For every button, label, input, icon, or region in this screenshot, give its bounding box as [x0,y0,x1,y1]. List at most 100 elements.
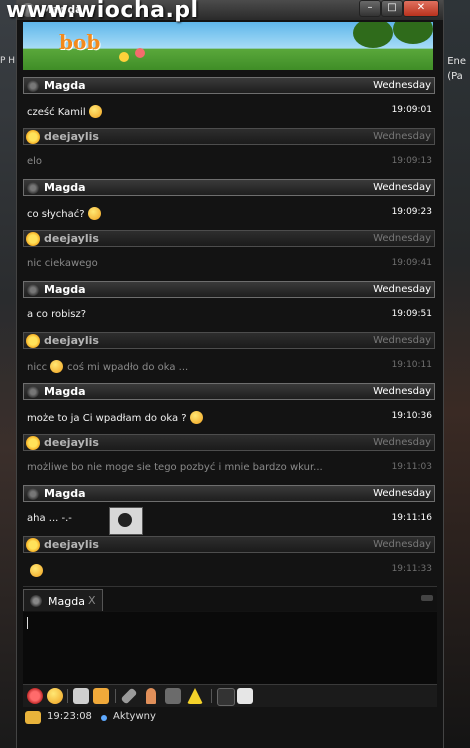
sent-image[interactable] [109,507,143,535]
message-body: możliwe bo nie moge sie tego pozbyć i mn… [23,458,435,478]
message-header: Magda Wednesday [23,77,435,94]
paperclip-icon[interactable] [120,687,138,705]
message-time: 19:09:51 [391,309,432,319]
message-day: Wednesday [373,131,431,142]
message-text-part: co słychać? [27,209,85,220]
smiley-icon [88,105,102,118]
minimize-icon: – [367,2,373,13]
message-time: 19:09:41 [391,258,432,268]
smiley-icon [189,411,203,424]
message-day: Wednesday [373,488,431,499]
message-nick[interactable]: Magda [44,181,86,194]
message-text-part: a co robisz? [27,309,87,320]
message-day: Wednesday [373,386,431,397]
message-text: co słychać? [27,207,101,220]
message-text: może to ja Ci wpadłam do oka ? [27,411,203,424]
message-time: 19:10:11 [391,360,432,370]
gear-avatar-icon [27,386,39,398]
camera-icon[interactable] [165,688,181,704]
desktop-background-right: Ene (Pa [440,0,470,748]
message-nick[interactable]: deejaylis [44,334,99,347]
tab-menu-button[interactable] [421,595,433,601]
close-icon: ✕ [416,2,426,13]
message-body: nicc coś mi wpadło do oka ... 19:10:11 [23,356,435,376]
message-header: deejaylis Wednesday [23,434,435,451]
message-header: Magda Wednesday [23,383,435,400]
toolbar-separator [211,689,212,703]
message-nick[interactable]: deejaylis [44,538,99,551]
message-nick[interactable]: Magda [44,283,86,296]
chat-icon[interactable] [25,711,41,724]
message-time: 19:09:23 [391,207,432,217]
message-nick[interactable]: deejaylis [44,436,99,449]
tab-magda[interactable]: Magda X [23,589,103,611]
toolbar-separator [67,689,68,703]
watermark: www.wiocha.pl [6,0,199,23]
flower-shape [119,52,129,62]
message-time: 19:11:03 [391,462,432,472]
minimize-button[interactable]: – [359,0,381,17]
tree-shape [353,22,393,48]
message-text: nicc coś mi wpadło do oka ... [27,360,188,373]
close-button[interactable]: ✕ [403,0,439,17]
background-text: Ene (Pa [447,54,466,84]
smiley-icon [30,564,43,577]
message-nick[interactable]: deejaylis [44,232,99,245]
background-text: P H [0,56,16,66]
gear-avatar-icon [27,488,39,500]
message-body: elo 19:09:13 [23,152,435,172]
emoticon-icon[interactable] [47,688,63,704]
message-header: Magda Wednesday [23,281,435,298]
background-text-line: Ene [447,56,466,67]
message-day: Wednesday [373,233,431,244]
message-header: deejaylis Wednesday [23,332,435,349]
message-time: 19:11:33 [391,564,432,574]
tree-shape [393,22,433,44]
sun-avatar-icon [26,232,40,246]
message-body: aha ... -.- 19:11:16 [23,507,435,535]
message-header: Magda Wednesday [23,485,435,502]
message-nick[interactable]: Magda [44,79,86,92]
status-label[interactable]: Aktywny [113,711,156,722]
message-nick[interactable]: deejaylis [44,130,99,143]
send-file-icon[interactable] [93,688,109,704]
message-nick[interactable]: Magda [44,385,86,398]
message-day: Wednesday [373,437,431,448]
chat-toolbar [23,684,437,707]
sun-avatar-icon [26,436,40,450]
gear-avatar-icon [27,284,39,296]
message-text-part: elo [27,156,43,167]
sun-avatar-icon [26,334,40,348]
gear-avatar-icon [27,182,39,194]
text-caret [27,617,28,629]
message-day: Wednesday [373,80,431,91]
message-nick[interactable]: Magda [44,487,86,500]
tab-label: Magda [48,595,85,608]
gear-icon [30,595,42,607]
tab-close-button[interactable]: X [88,594,96,607]
status-time: 19:23:08 [47,711,92,722]
message-text: nic ciekawego [27,258,98,269]
message-text-part: aha ... -.- [27,513,72,524]
maximize-button[interactable]: □ [381,0,403,17]
stop-icon[interactable] [27,688,43,704]
person-icon[interactable] [146,688,156,704]
message-day: Wednesday [373,284,431,295]
message-text-part: nic ciekawego [27,258,98,269]
message-day: Wednesday [373,539,431,550]
desktop-background-left: P H [0,0,16,748]
print-icon[interactable] [73,688,89,704]
tab-bar: Magda X [23,586,437,611]
message-text-part: możliwe bo nie moge sie tego pozbyć i mn… [27,462,323,473]
sun-avatar-icon [26,538,40,552]
toolbar-separator [115,689,116,703]
message-text: cześć Kamil [27,105,102,118]
banner-image: bob [23,22,433,70]
warning-icon[interactable] [187,688,203,704]
message-text: aha ... -.- [27,513,72,524]
filter-icon[interactable] [217,688,235,706]
book-icon[interactable] [237,688,253,704]
message-body: cześć Kamil 19:09:01 [23,101,435,121]
message-input[interactable] [23,612,437,684]
message-day: Wednesday [373,335,431,346]
